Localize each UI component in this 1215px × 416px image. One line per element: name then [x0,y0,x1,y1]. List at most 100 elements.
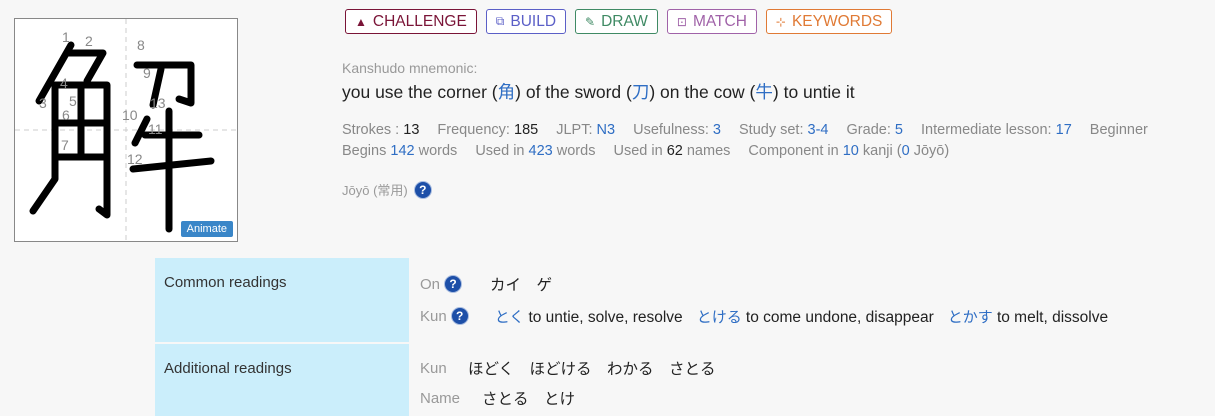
usefulness-link[interactable]: 3 [713,122,721,138]
help-icon[interactable]: ? [444,275,463,293]
match-icon: ⊡ [676,14,687,29]
keywords-button-label: KEYWORDS [791,12,883,30]
stats-line-2: Begins 142 words Used in 423 words Used … [342,141,1148,162]
kun-okurigana[interactable]: ける [712,309,742,326]
component-end: Jōyō) [913,143,950,159]
words-label: words [556,143,596,159]
keywords-button[interactable]: ⊹ KEYWORDS [765,9,893,34]
kun-meaning: to melt, dissolve [996,308,1109,326]
common-readings-row: Common readings On ? カイ ゲ Kun ? とく to un… [155,258,1215,342]
component-joyo-link[interactable]: 0 [902,143,910,159]
mnemonic-part: ) on the cow ( [649,82,756,102]
mountain-icon: ▲ [355,14,367,29]
mnemonic-part: ) of the sword ( [515,82,632,102]
on-reading-values: カイ ゲ [490,277,553,294]
build-button[interactable]: ⧉ BUILD [485,9,567,34]
help-icon[interactable]: ? [413,180,432,199]
stroke-number: 1 [62,29,70,45]
name-reading-values: さとる とけ [482,391,576,408]
stroke-number: 5 [69,93,77,109]
component-suffix: kanji ( [862,143,902,159]
strokes-label: Strokes : [342,122,400,138]
kun-prefix[interactable]: と [948,309,963,326]
draw-button-label: DRAW [601,12,648,30]
component-link-corner[interactable]: 角 [498,82,516,102]
additional-kun-values: ほどく ほどける わかる さとる [468,361,716,378]
component-label: Component in [748,143,839,159]
jlpt-label: JLPT: [556,122,593,138]
intermediate-lesson-label: Intermediate lesson: [921,122,1052,138]
frequency-label: Frequency: [437,122,510,138]
stroke-number: 7 [61,137,69,153]
additional-kun-label: Kun [420,359,447,377]
study-set-label: Study set: [739,122,804,138]
help-icon[interactable]: ? [450,307,469,325]
mnemonic-label: Kanshudo mnemonic: [342,60,478,76]
component-link-sword[interactable]: 刀 [632,82,650,102]
kun-prefix[interactable]: と [495,309,510,326]
kun-label: Kun [420,307,447,325]
mode-button-row: ▲ CHALLENGE ⧉ BUILD ✎ DRAW ⊡ MATCH ⊹ KEY… [345,9,893,34]
additional-readings-row: Additional readings Kun ほどく ほどける わかる さとる… [155,344,1215,416]
kun-reading-item: とける to come undone, disappear [697,306,934,327]
blocks-icon: ⧉ [495,14,505,28]
draw-button[interactable]: ✎ DRAW [575,9,658,34]
mnemonic-text: you use the corner (角) of the sword (刀) … [342,79,855,104]
stats-line-1: Strokes : 13 Frequency: 185 JLPT: N3 Use… [342,120,1148,141]
usefulness-label: Usefulness: [633,122,709,138]
stroke-number: 12 [127,151,143,167]
common-readings-label: Common readings [155,258,409,342]
kun-okurigana[interactable]: く [509,309,524,326]
kun-reading-item: とく to untie, solve, resolve [495,306,683,327]
kun-okurigana[interactable]: かす [963,309,993,326]
names-label: names [686,143,731,159]
joyo-row: Jōyō (常用) ? [342,180,432,199]
study-set-link[interactable]: 3-4 [808,122,829,138]
joyo-label: Jōyō (常用) [342,183,408,198]
grade-link[interactable]: 5 [895,122,903,138]
names-value: 62 [666,143,683,159]
pen-icon: ✎ [585,14,596,29]
additional-readings-label: Additional readings [155,344,409,416]
component-link-cow[interactable]: 牛 [755,82,773,102]
names-prefix: Used in [613,143,663,159]
build-button-label: BUILD [510,12,557,30]
component-link[interactable]: 10 [843,143,859,159]
kun-meaning: to untie, solve, resolve [528,308,683,326]
intermediate-lesson-link[interactable]: 17 [1056,122,1072,138]
additional-readings-content: Kun ほどく ほどける わかる さとる Name さとる とけ [409,344,1215,416]
kun-prefix[interactable]: と [697,309,712,326]
beginner-label: Beginner [1089,122,1148,138]
keywords-icon: ⊹ [775,14,786,29]
jlpt-link[interactable]: N3 [597,122,616,138]
kanji-strokes-svg [15,19,237,241]
animate-button[interactable]: Animate [180,221,233,237]
strokes-value: 13 [403,122,420,138]
stroke-number: 10 [122,107,138,123]
stroke-number: 9 [143,65,151,81]
kun-reading-item: とかす to melt, dissolve [948,306,1108,327]
stroke-number: 2 [85,33,93,49]
name-reading-line: Name さとる とけ [420,383,1204,413]
match-button[interactable]: ⊡ MATCH [666,9,757,34]
mnemonic-part: you use the corner ( [342,82,498,102]
begins-link[interactable]: 142 [390,143,414,159]
name-label: Name [420,389,461,407]
stroke-number: 11 [148,121,163,137]
common-readings-content: On ? カイ ゲ Kun ? とく to untie, solve, reso… [409,258,1215,342]
stroke-number: 4 [60,75,68,91]
kun-meaning: to come undone, disappear [745,308,934,326]
kanji-stats: Strokes : 13 Frequency: 185 JLPT: N3 Use… [342,120,1148,162]
challenge-button-label: CHALLENGE [372,12,467,30]
challenge-button[interactable]: ▲ CHALLENGE [345,9,477,34]
on-reading-line: On ? カイ ゲ [420,268,1204,300]
used-in-link[interactable]: 423 [529,143,553,159]
kun-reading-line: Kun ? とく to untie, solve, resolve とける to… [420,300,1204,332]
on-label: On [420,275,441,293]
additional-kun-line: Kun ほどく ほどける わかる さとる [420,353,1204,383]
mnemonic-part: ) to untie it [772,82,855,102]
match-button-label: MATCH [692,12,747,30]
stroke-number: 3 [39,95,47,111]
stroke-number: 6 [62,107,70,123]
words-label: words [418,143,458,159]
